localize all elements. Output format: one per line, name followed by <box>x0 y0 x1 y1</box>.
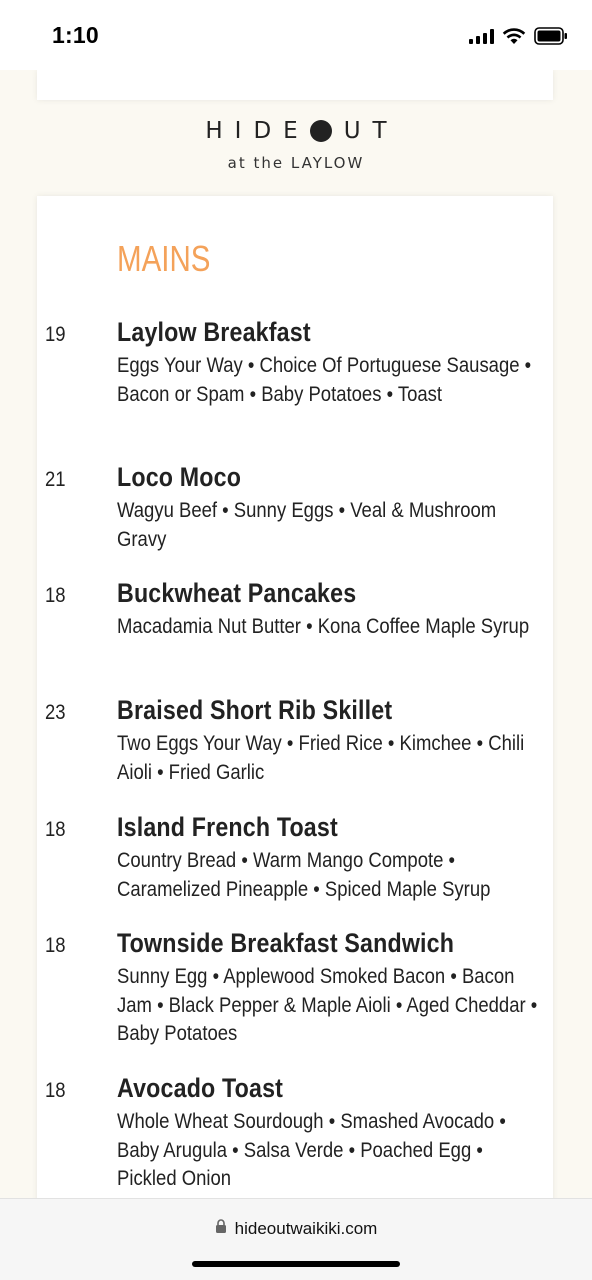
menu-item-name: Island French Toast <box>117 812 338 842</box>
menu-item: 18 Island French Toast Country Bread • W… <box>0 812 592 904</box>
menu-item-price: 21 <box>45 468 66 491</box>
brand-logo[interactable]: HIDE UT at the LAYLOW <box>0 118 592 172</box>
menu-item-description: Macadamia Nut Butter • Kona Coffee Maple… <box>117 614 530 638</box>
menu-item-name: Braised Short Rib Skillet <box>117 695 393 725</box>
menu-item: 18 Townside Breakfast Sandwich Sunny Egg… <box>0 928 592 1048</box>
menu-item-price: 19 <box>45 323 66 346</box>
menu-item-price: 18 <box>45 818 66 841</box>
brand-dot-icon <box>309 120 332 142</box>
menu-item-price: 18 <box>45 934 66 957</box>
status-icons <box>469 24 568 48</box>
menu-item-name: Buckwheat Pancakes <box>117 578 357 608</box>
menu-item-name: Townside Breakfast Sandwich <box>117 928 455 958</box>
menu-item: 19 Laylow Breakfast Eggs Your Way • Choi… <box>0 317 592 437</box>
menu-item: 23 Braised Short Rib Skillet Two Eggs Yo… <box>0 695 592 787</box>
menu-item: 18 Avocado Toast Whole Wheat Sourdough •… <box>0 1073 592 1193</box>
url-text: hideoutwaikiki.com <box>234 1219 378 1238</box>
cellular-signal-icon <box>469 28 494 44</box>
status-time: 1:10 <box>52 22 99 48</box>
address-bar[interactable]: hideoutwaikiki.com <box>0 1219 592 1239</box>
menu-card-top <box>37 70 553 100</box>
menu-item: 18 Buckwheat Pancakes Macadamia Nut Butt… <box>0 578 592 670</box>
browser-bottom-bar: hideoutwaikiki.com <box>0 1198 592 1280</box>
brand-subtitle: at the LAYLOW <box>227 154 365 172</box>
menu-item-name: Laylow Breakfast <box>117 317 311 347</box>
status-bar: 1:10 <box>0 0 592 70</box>
menu-item-description: Wagyu Beef • Sunny Eggs • Veal & Mushroo… <box>117 498 497 551</box>
menu-item-price: 18 <box>45 1079 66 1102</box>
page-content: HIDE UT at the LAYLOW MAINS 19 Laylow Bre… <box>0 70 592 1200</box>
menu-item-description: Sunny Egg • Applewood Smoked Bacon • Bac… <box>117 964 538 1045</box>
menu-item-description: Eggs Your Way • Choice Of Portuguese Sau… <box>117 353 532 406</box>
menu-item-name: Avocado Toast <box>117 1073 284 1103</box>
brand-name-part2: UT <box>343 118 399 144</box>
menu-item-description: Whole Wheat Sourdough • Smashed Avocado … <box>117 1109 506 1190</box>
section-title: MAINS <box>117 238 211 279</box>
battery-icon <box>534 27 568 45</box>
wifi-icon <box>502 27 526 45</box>
menu-item: 21 Loco Moco Wagyu Beef • Sunny Eggs • V… <box>0 462 592 554</box>
menu-item-description: Two Eggs Your Way • Fried Rice • Kimchee… <box>117 731 525 784</box>
menu-item-price: 23 <box>45 701 66 724</box>
menu-item-price: 18 <box>45 584 66 607</box>
brand-name: HIDE UT <box>193 118 398 144</box>
brand-name-part1: HIDE <box>205 118 310 144</box>
menu-item-name: Loco Moco <box>117 462 242 492</box>
home-indicator[interactable] <box>192 1261 400 1267</box>
lock-icon <box>215 1219 227 1239</box>
menu-item-description: Country Bread • Warm Mango Compote • Car… <box>117 848 491 901</box>
